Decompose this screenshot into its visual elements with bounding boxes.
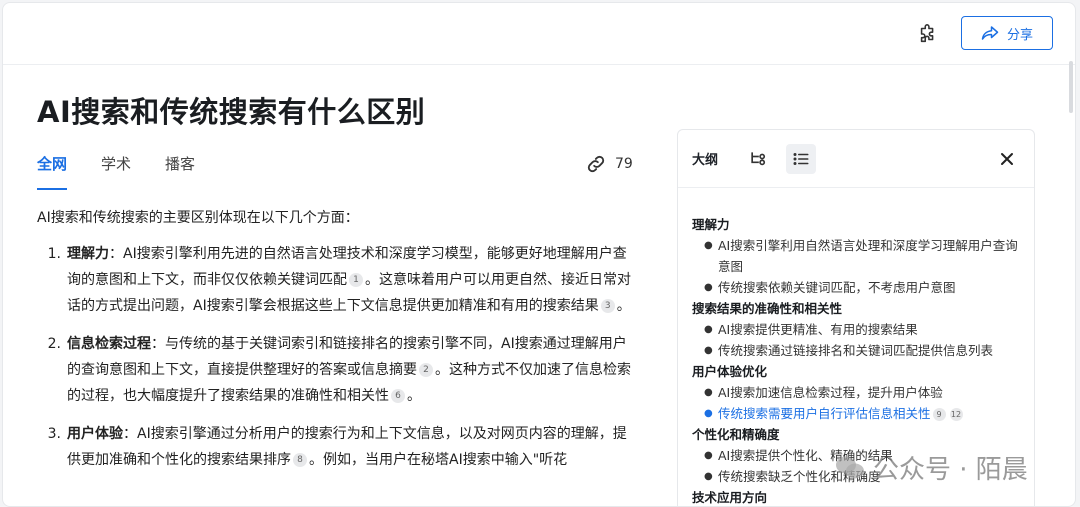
- share-button[interactable]: 分享: [961, 16, 1053, 50]
- source-count: 79: [615, 156, 633, 172]
- outline-label: 大纲: [692, 153, 719, 168]
- citation-badge[interactable]: 1: [349, 273, 363, 287]
- source-tabs: 全网 学术 播客: [37, 153, 195, 190]
- list-item: 3. 用户体验：AI搜索引擎通过分析用户的搜索行为和上下文信息，以及对网页内容的…: [37, 421, 637, 473]
- page-title: AI搜索和传统搜索有什么区别: [37, 95, 426, 129]
- answer-content: AI搜索和传统搜索的主要区别体现在以下几个方面： 1. 理解力：AI搜索引擎利用…: [37, 205, 637, 485]
- wechat-icon: [836, 456, 864, 478]
- bullet-dot: ●: [704, 324, 713, 335]
- bullet-dot: ●: [704, 408, 713, 419]
- outline-header: 大纲: [678, 130, 1034, 188]
- bullet-dot: ●: [704, 471, 713, 482]
- list-view-button[interactable]: [786, 143, 817, 174]
- outline-bullet[interactable]: ● 传统搜索通过链接排名和关键词匹配提供信息列表: [692, 340, 1020, 361]
- mindmap-icon: [751, 151, 766, 165]
- share-arrow-icon: [981, 26, 999, 40]
- link-icon: [587, 155, 605, 173]
- outline-bullet[interactable]: ● AI搜索引擎利用自然语言处理和深度学习理解用户查询意图: [692, 235, 1020, 277]
- list-number: 3.: [47, 426, 61, 442]
- list-number: 1.: [47, 246, 61, 262]
- outline-section-title[interactable]: 理解力: [692, 214, 1020, 235]
- outline-bullet-text: AI搜索引擎利用自然语言处理和深度学习理解用户查询意图: [718, 238, 1018, 274]
- citation-badge[interactable]: 6: [391, 389, 405, 403]
- watermark: 公众号 · 陌晨: [835, 449, 1028, 486]
- tab-web[interactable]: 全网: [37, 153, 68, 190]
- puzzle-icon: [920, 24, 934, 43]
- list-text: 。: [616, 298, 631, 314]
- bullet-dot: ●: [704, 345, 713, 356]
- list-term: 理解力: [67, 246, 109, 262]
- outline-section-title[interactable]: 技术应用方向: [692, 487, 1020, 506]
- list-text: 。: [407, 388, 421, 404]
- outline-bullet-text: 传统搜索需要用户自行评估信息相关性: [718, 406, 931, 421]
- outline-bullet-text: AI搜索提供更精准、有用的搜索结果: [718, 322, 918, 337]
- list-item: 2. 信息检索过程：与传统的基于关键词索引和链接排名的搜索引擎不同，AI搜索通过…: [37, 331, 637, 409]
- outline-bullet-text: 传统搜索通过链接排名和关键词匹配提供信息列表: [718, 343, 994, 358]
- scrollbar-thumb[interactable]: [1069, 61, 1073, 113]
- citation-badge[interactable]: 3: [600, 299, 615, 313]
- list-number: 2.: [47, 336, 61, 352]
- tab-podcast[interactable]: 播客: [165, 153, 195, 190]
- sources-link[interactable]: 79: [585, 153, 633, 175]
- list-icon: [793, 152, 809, 165]
- outline-section-title[interactable]: 用户体验优化: [692, 361, 1020, 382]
- list-term: 用户体验: [67, 426, 123, 442]
- close-icon: [1001, 153, 1013, 165]
- mindmap-view-button[interactable]: [746, 147, 770, 171]
- citation-badge[interactable]: 2: [419, 363, 433, 377]
- list-term: 信息检索过程: [67, 336, 151, 352]
- bullet-dot: ●: [704, 282, 713, 293]
- outline-bullet-text: AI搜索加速信息检索过程，提升用户体验: [718, 385, 943, 400]
- watermark-text: 公众号 · 陌晨: [873, 455, 1028, 485]
- list-text: 。例如，当用户在秘塔AI搜索中输入"听花: [309, 452, 568, 468]
- plugin-button[interactable]: [915, 21, 941, 47]
- bullet-dot: ●: [704, 387, 713, 398]
- app-window: 分享 AI搜索和传统搜索有什么区别 全网 学术 播客 79 AI搜索和传统搜索的…: [2, 2, 1076, 507]
- bullet-dot: ●: [704, 240, 713, 251]
- top-bar: 分享: [3, 3, 1075, 65]
- citation-badge[interactable]: 8: [293, 453, 307, 467]
- outline-bullet-text: 传统搜索依赖关键词匹配，不考虑用户意图: [718, 280, 956, 295]
- list-item: 1. 理解力：AI搜索引擎利用先进的自然语言处理技术和深度学习模型，能够更好地理…: [37, 241, 637, 319]
- outline-section-title[interactable]: 搜索结果的准确性和相关性: [692, 298, 1020, 319]
- outline-bullet[interactable]: ● AI搜索提供更精准、有用的搜索结果: [692, 319, 1020, 340]
- tab-academic[interactable]: 学术: [101, 153, 131, 190]
- outline-bullet[interactable]: ● AI搜索加速信息检索过程，提升用户体验: [692, 382, 1020, 403]
- share-label: 分享: [1006, 27, 1033, 43]
- answer-intro: AI搜索和传统搜索的主要区别体现在以下几个方面：: [37, 210, 359, 226]
- citation-badge[interactable]: 12: [949, 408, 963, 421]
- outline-bullet[interactable]: ● 传统搜索需要用户自行评估信息相关性 9 12: [692, 403, 1020, 424]
- close-outline-button[interactable]: [996, 148, 1018, 170]
- outline-section-title[interactable]: 个性化和精确度: [692, 424, 1020, 445]
- citation-badge[interactable]: 9: [932, 408, 946, 421]
- outline-bullet[interactable]: ● 传统搜索依赖关键词匹配，不考虑用户意图: [692, 277, 1020, 298]
- bullet-dot: ●: [704, 450, 713, 461]
